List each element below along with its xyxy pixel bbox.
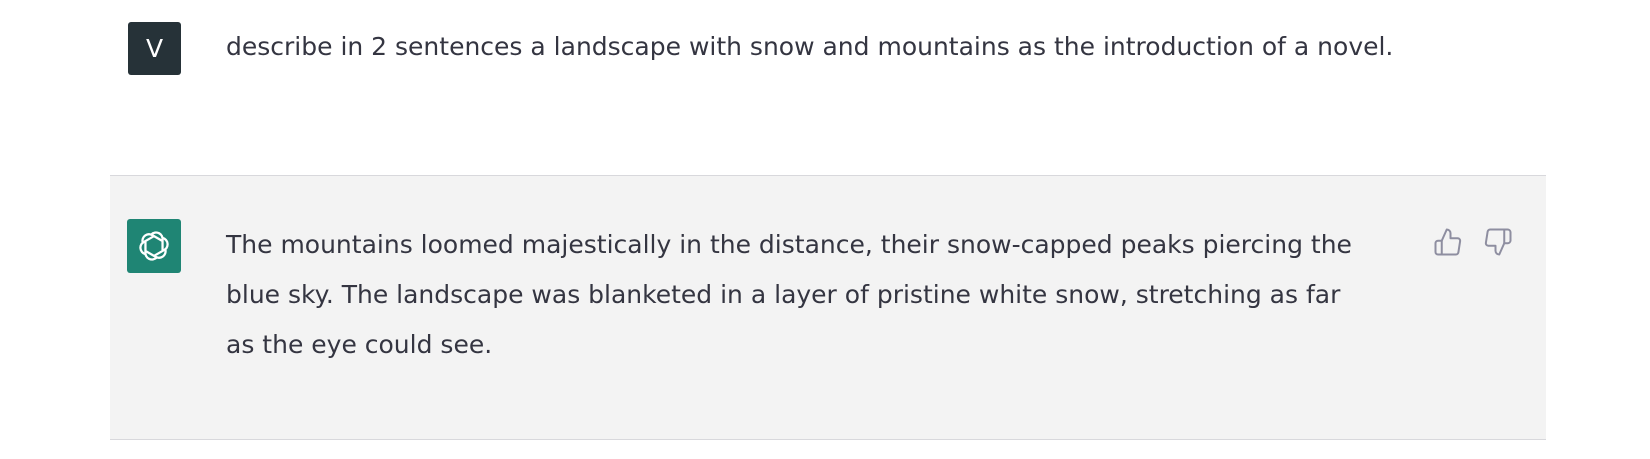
user-message-text: describe in 2 sentences a landscape with… xyxy=(226,32,1394,61)
assistant-message-row: The mountains loomed majestically in the… xyxy=(110,175,1546,440)
feedback-buttons xyxy=(1430,224,1516,260)
thumbs-up-button[interactable] xyxy=(1430,224,1466,260)
assistant-message-text: The mountains loomed majestically in the… xyxy=(226,230,1352,359)
user-message-row: V describe in 2 sentences a landscape wi… xyxy=(110,0,1546,175)
openai-logo-icon xyxy=(139,231,169,261)
assistant-avatar xyxy=(127,219,181,273)
thumbs-up-icon xyxy=(1434,228,1462,256)
thumbs-down-button[interactable] xyxy=(1480,224,1516,260)
thumbs-down-icon xyxy=(1484,228,1512,256)
user-avatar: V xyxy=(128,22,181,75)
